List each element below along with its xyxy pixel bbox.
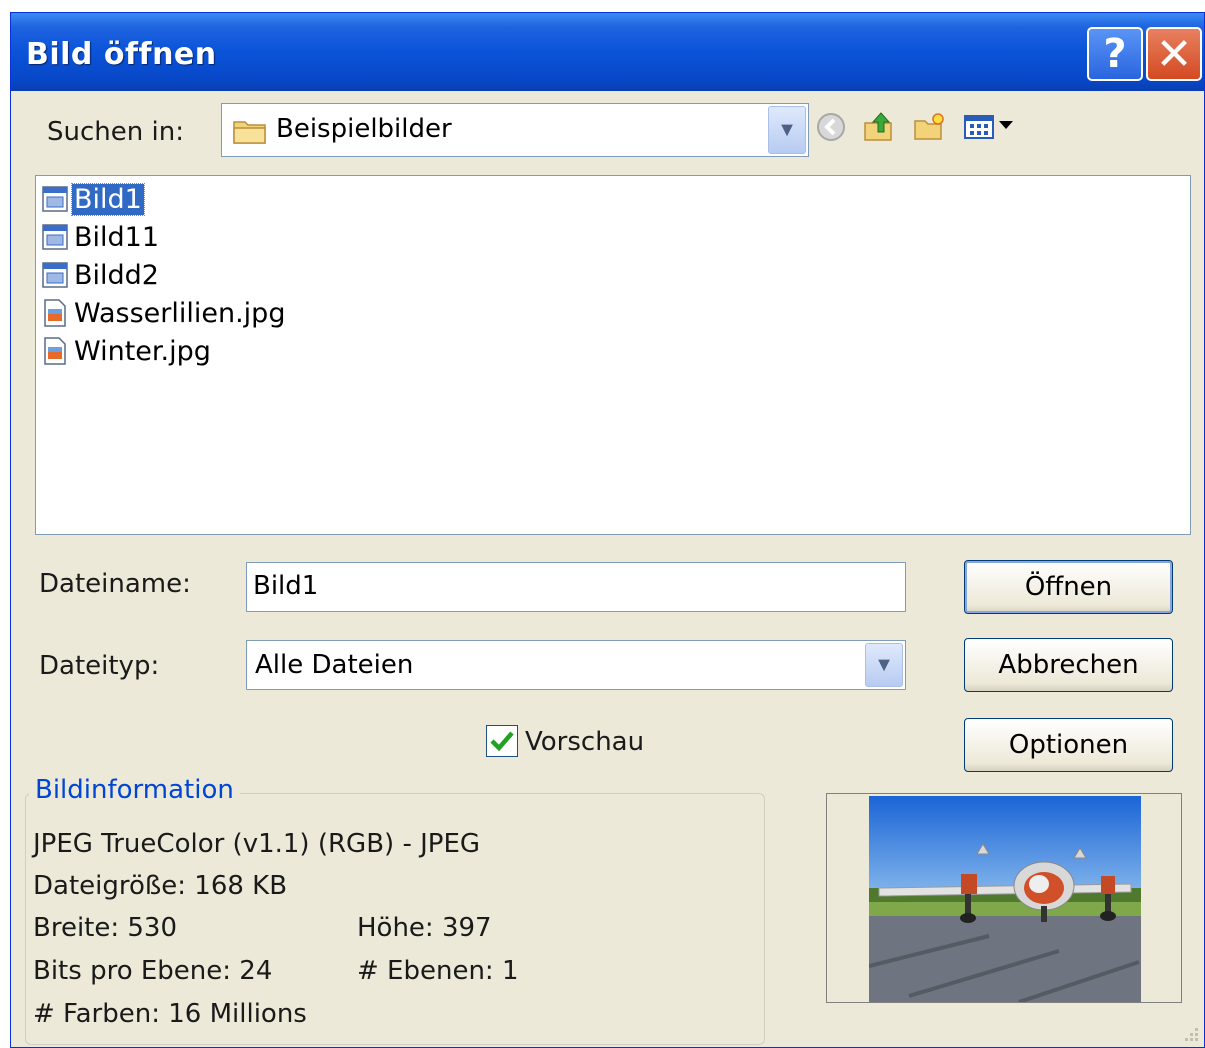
file-name: Wasserlilien.jpg	[74, 297, 286, 329]
look-in-value: Beispielbilder	[276, 114, 452, 144]
chevron-down-icon[interactable]: ▼	[768, 106, 806, 154]
filename-label: Dateiname:	[39, 569, 191, 599]
look-in-label: Suchen in:	[47, 117, 184, 147]
jpg-file-icon	[44, 299, 66, 327]
airplane-photo-thumbnail	[869, 796, 1141, 1002]
chevron-down-icon[interactable]: ▼	[865, 643, 903, 687]
open-button[interactable]: Öffnen	[964, 560, 1173, 614]
file-list[interactable]: Bild1 Bild11 Bildd2 Wasserlilien.jpg Win…	[35, 175, 1191, 535]
filetype-combobox[interactable]: Alle Dateien ▼	[246, 640, 906, 690]
options-button[interactable]: Optionen	[964, 718, 1173, 772]
folder-icon	[233, 121, 266, 144]
back-icon[interactable]	[815, 111, 847, 143]
file-name: Bild1	[71, 182, 145, 216]
image-format: JPEG TrueColor (v1.1) (RGB) - JPEG	[33, 829, 481, 859]
image-width: Breite: 530	[33, 913, 178, 943]
help-button[interactable]: ?	[1087, 27, 1143, 81]
close-button[interactable]: ✕	[1146, 27, 1202, 81]
filename-input[interactable]	[253, 567, 893, 605]
image-colors: # Farben: 16 Millions	[33, 999, 307, 1029]
jpg-file-icon	[44, 337, 66, 365]
image-document-icon	[42, 186, 68, 212]
file-name: Bild11	[74, 221, 160, 253]
title-bar[interactable]: Bild öffnen ? ✕	[11, 13, 1204, 91]
preview-label[interactable]: Vorschau	[525, 727, 644, 757]
file-name: Bildd2	[74, 259, 159, 291]
image-bits: Bits pro Ebene: 24	[33, 956, 273, 986]
image-filesize: Dateigröße: 168 KB	[33, 871, 288, 901]
new-folder-icon[interactable]	[913, 111, 945, 143]
up-folder-icon[interactable]	[863, 111, 895, 143]
file-item-wasserlilien[interactable]: Wasserlilien.jpg	[42, 296, 287, 330]
look-in-combobox[interactable]: Beispielbilder ▼	[221, 103, 809, 157]
dialog-title: Bild öffnen	[26, 37, 217, 72]
file-item-bild11[interactable]: Bild11	[42, 220, 161, 254]
preview-checkbox[interactable]	[486, 725, 518, 757]
filetype-label: Dateityp:	[39, 651, 160, 681]
checkmark-icon	[490, 731, 514, 752]
file-item-bild1[interactable]: Bild1	[42, 182, 145, 216]
image-layers: # Ebenen: 1	[357, 956, 519, 986]
image-document-icon	[42, 224, 68, 250]
file-name: Winter.jpg	[74, 335, 211, 367]
image-document-icon	[42, 262, 68, 288]
view-menu-icon[interactable]	[963, 111, 1021, 143]
filetype-value: Alle Dateien	[255, 650, 414, 680]
resize-grip-icon[interactable]	[1182, 1025, 1200, 1043]
file-item-bildd2[interactable]: Bildd2	[42, 258, 161, 292]
preview-pane	[826, 793, 1182, 1003]
image-info-title: Bildinformation	[29, 775, 240, 805]
filename-field[interactable]	[246, 562, 906, 612]
open-image-dialog: Bild öffnen ? ✕ Suchen in: Beispielbilde…	[10, 12, 1205, 1048]
file-item-winter[interactable]: Winter.jpg	[42, 334, 213, 368]
image-height: Höhe: 397	[357, 913, 492, 943]
cancel-button[interactable]: Abbrechen	[964, 638, 1173, 692]
